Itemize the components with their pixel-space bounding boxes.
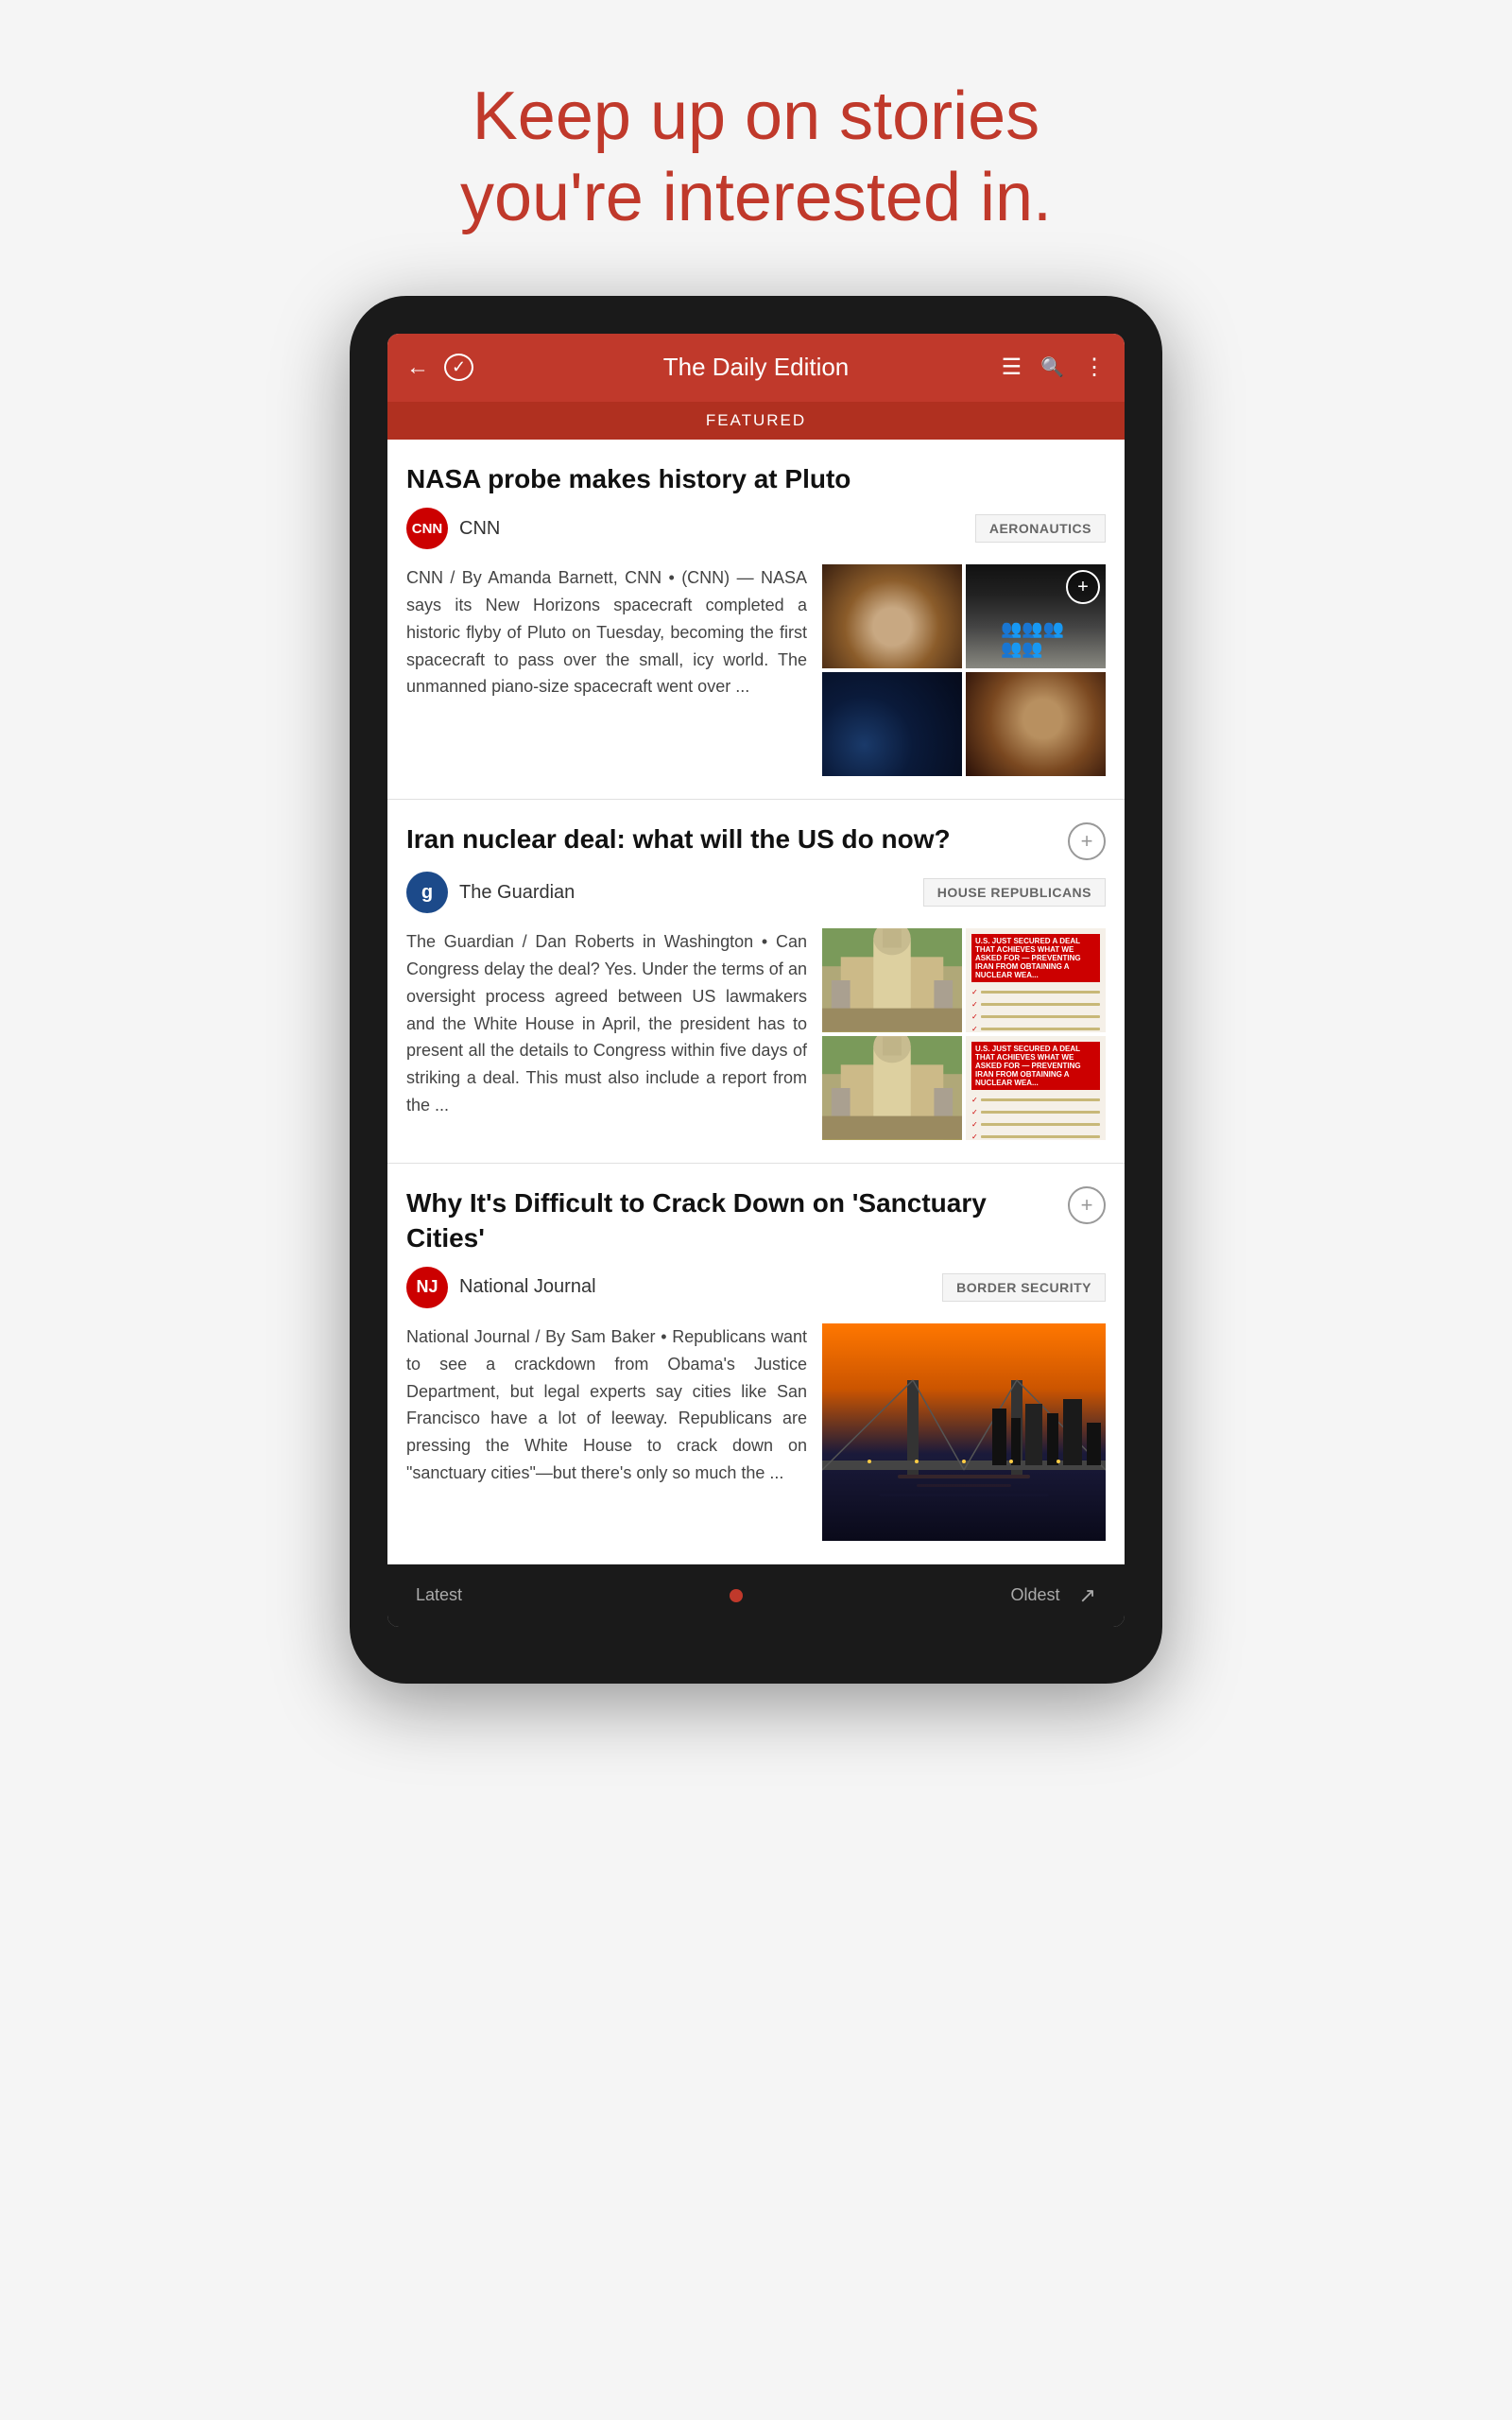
source-row: CNN CNN AERONAUTICS <box>406 508 1106 549</box>
share-icon[interactable]: ↗ <box>1079 1583 1096 1608</box>
source-name: CNN <box>459 518 500 540</box>
pluto-closeup-image <box>966 672 1106 776</box>
article-body: The Guardian / Dan Roberts in Washington… <box>406 928 1106 1140</box>
source-row: g The Guardian HOUSE REPUBLICANS <box>406 872 1106 913</box>
category-tag[interactable]: HOUSE REPUBLICANS <box>923 878 1106 907</box>
menu-icon[interactable]: ☰ <box>1002 354 1022 381</box>
article-images: U.S. JUST SECURED A DEAL THAT ACHIEVES W… <box>822 928 1106 1140</box>
featured-banner: FEATURED <box>387 402 1125 440</box>
add-article-btn[interactable]: + <box>1068 822 1106 860</box>
nav-right: Oldest ↗ <box>1011 1583 1096 1608</box>
article-text: CNN / By Amanda Barnett, CNN • (CNN) — N… <box>406 564 807 776</box>
capitol-image-2 <box>822 1036 962 1140</box>
tagline-line2: you're interested in. <box>460 160 1052 235</box>
document-image-2: U.S. JUST SECURED A DEAL THAT ACHIEVES W… <box>966 1036 1106 1140</box>
article-text: The Guardian / Dan Roberts in Washington… <box>406 928 807 1140</box>
guardian-logo: g <box>406 872 448 913</box>
bridge-svg <box>822 1323 1106 1541</box>
article-images <box>822 1323 1106 1541</box>
article-title-row: NASA probe makes history at Pluto <box>406 462 1106 496</box>
nav-center <box>730 1589 743 1602</box>
doc-red-bar-2: U.S. JUST SECURED A DEAL THAT ACHIEVES W… <box>971 1042 1100 1090</box>
doc-line-2: ✓ <box>971 1120 1100 1129</box>
check-icon[interactable]: ✓ <box>444 354 473 381</box>
source-left: g The Guardian <box>406 872 575 913</box>
oldest-label[interactable]: Oldest <box>1011 1585 1060 1605</box>
add-article-btn[interactable]: + <box>1068 1186 1106 1224</box>
device-screen: ← ✓ The Daily Edition ☰ 🔍 ⋮ FEATURED NAS… <box>387 334 1125 1627</box>
latest-label[interactable]: Latest <box>416 1585 462 1605</box>
source-row: NJ National Journal BORDER SECURITY <box>406 1267 1106 1308</box>
pluto-image-1 <box>822 564 962 668</box>
category-tag[interactable]: BORDER SECURITY <box>942 1273 1106 1302</box>
doc-line-2: ✓ <box>971 1096 1100 1104</box>
add-image-btn[interactable]: + <box>1066 570 1100 604</box>
document-image: U.S. JUST SECURED A DEAL THAT ACHIEVES W… <box>966 928 1106 1032</box>
featured-label: FEATURED <box>706 411 806 429</box>
nav-dot[interactable] <box>730 1589 743 1602</box>
doc-line: ✓ <box>971 1025 1100 1032</box>
doc-red-bar: U.S. JUST SECURED A DEAL THAT ACHIEVES W… <box>971 934 1100 982</box>
image-grid: + <box>822 564 1106 776</box>
article-body: CNN / By Amanda Barnett, CNN • (CNN) — N… <box>406 564 1106 776</box>
header-left: ← ✓ <box>406 354 473 381</box>
article-title-row: Why It's Difficult to Crack Down on 'San… <box>406 1186 1106 1255</box>
app-header: ← ✓ The Daily Edition ☰ 🔍 ⋮ <box>387 334 1125 402</box>
article-images: + <box>822 564 1106 776</box>
nj-logo: NJ <box>406 1267 448 1308</box>
more-icon[interactable]: ⋮ <box>1083 354 1106 381</box>
capitol-svg-2 <box>822 1036 962 1140</box>
article-card: Why It's Difficult to Crack Down on 'San… <box>387 1164 1125 1564</box>
source-name: National Journal <box>459 1276 596 1298</box>
capitol-image <box>822 928 962 1032</box>
search-icon[interactable]: 🔍 <box>1040 355 1064 379</box>
device-frame: ← ✓ The Daily Edition ☰ 🔍 ⋮ FEATURED NAS… <box>350 296 1162 1684</box>
article-text: National Journal / By Sam Baker • Republ… <box>406 1323 807 1541</box>
source-left: CNN CNN <box>406 508 500 549</box>
article-card: NASA probe makes history at Pluto CNN CN… <box>387 440 1125 800</box>
article-title[interactable]: Iran nuclear deal: what will the US do n… <box>406 822 1068 856</box>
article-title[interactable]: NASA probe makes history at Pluto <box>406 462 1106 496</box>
crowd-image: + <box>966 564 1106 668</box>
tagline-line1: Keep up on stories <box>472 78 1040 154</box>
article-title[interactable]: Why It's Difficult to Crack Down on 'San… <box>406 1186 1068 1255</box>
capitol-svg <box>822 928 962 1032</box>
tagline-section: Keep up on stories you're interested in. <box>271 0 1241 296</box>
cnn-logo: CNN <box>406 508 448 549</box>
source-name: The Guardian <box>459 882 575 904</box>
capitol-images: U.S. JUST SECURED A DEAL THAT ACHIEVES W… <box>822 928 1106 1140</box>
app-title: The Daily Edition <box>663 353 850 382</box>
bridge-image <box>822 1323 1106 1541</box>
source-left: NJ National Journal <box>406 1267 596 1308</box>
category-tag[interactable]: AERONAUTICS <box>975 514 1106 543</box>
doc-line-2: ✓ <box>971 1132 1100 1140</box>
tagline-text: Keep up on stories you're interested in. <box>460 76 1052 239</box>
article-body: National Journal / By Sam Baker • Republ… <box>406 1323 1106 1541</box>
bottom-nav: Latest Oldest ↗ <box>387 1564 1125 1627</box>
header-right: ☰ 🔍 ⋮ <box>1002 354 1106 381</box>
doc-line: ✓ <box>971 988 1100 996</box>
back-icon[interactable]: ← <box>406 354 429 381</box>
doc-line: ✓ <box>971 1000 1100 1009</box>
pluto-space-image <box>822 672 962 776</box>
article-title-row: Iran nuclear deal: what will the US do n… <box>406 822 1106 860</box>
doc-line: ✓ <box>971 1012 1100 1021</box>
doc-line-2: ✓ <box>971 1108 1100 1116</box>
article-card: Iran nuclear deal: what will the US do n… <box>387 800 1125 1164</box>
